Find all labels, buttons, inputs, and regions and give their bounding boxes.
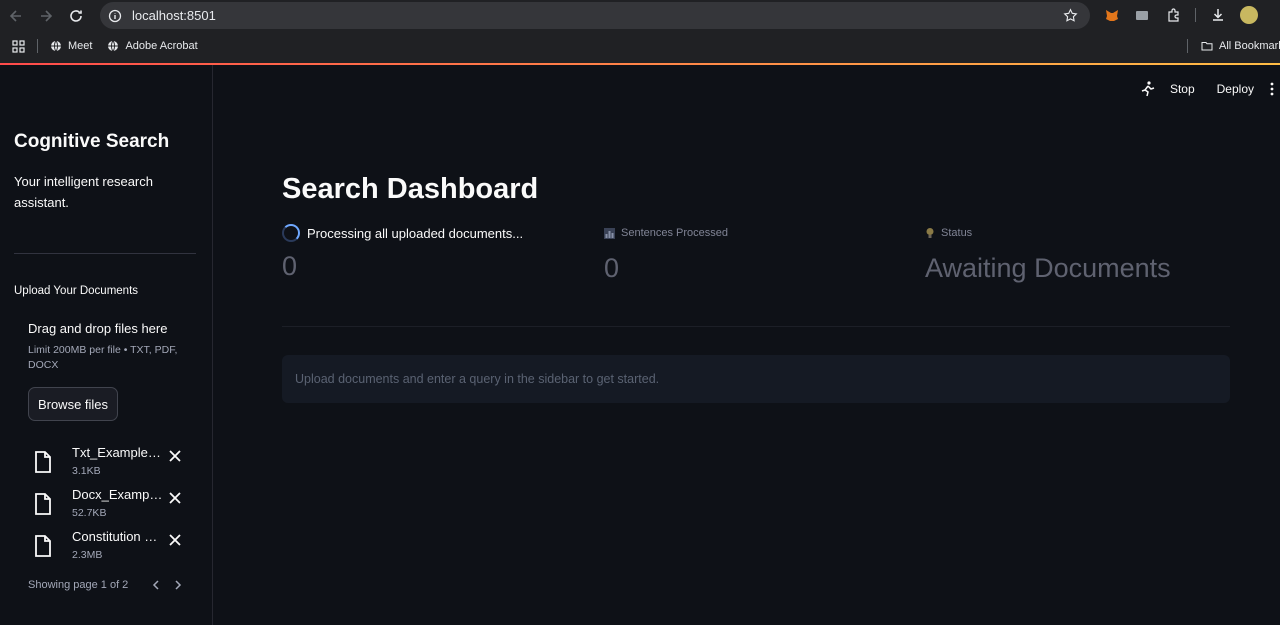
extension-folder-icon[interactable] <box>1134 7 1150 23</box>
file-name: Docx_Example.docx <box>72 487 164 502</box>
address-bar[interactable]: localhost:8501 <box>100 2 1090 29</box>
lightbulb-icon <box>926 228 934 238</box>
bookmark-label: Adobe Acrobat <box>125 40 198 52</box>
all-bookmarks-label: All Bookmarks <box>1219 40 1280 52</box>
upload-label: Upload Your Documents <box>14 285 139 297</box>
more-options-icon[interactable] <box>1270 82 1274 96</box>
browser-toolbar: localhost:8501 <box>0 0 1280 32</box>
file-size: 52.7KB <box>72 507 107 519</box>
forward-button[interactable] <box>31 1 61 31</box>
close-icon[interactable] <box>168 533 182 547</box>
file-name: Constitution of India.pdf <box>72 529 164 544</box>
metric-label: Sentences Processed <box>621 227 729 239</box>
sidebar-title: Cognitive Search <box>14 131 170 152</box>
toolbar-divider <box>1195 8 1196 22</box>
arrow-right-icon <box>41 10 53 22</box>
dropzone-text[interactable]: Drag and drop files here <box>28 321 167 336</box>
file-icon <box>35 535 51 557</box>
bookmark-meet[interactable]: Meet <box>50 40 92 52</box>
url-text: localhost:8501 <box>132 8 216 23</box>
file-pager: Showing page 1 of 2 <box>28 579 184 591</box>
pager-text: Showing page 1 of 2 <box>28 579 129 591</box>
uploaded-file-item: Constitution of India.pdf 2.3MB <box>28 529 198 569</box>
download-icon[interactable] <box>1210 7 1226 23</box>
bar-chart-icon <box>604 227 615 239</box>
arrow-left-icon <box>9 10 21 22</box>
deploy-button[interactable]: Deploy <box>1217 82 1254 96</box>
close-icon[interactable] <box>168 449 182 463</box>
site-info-icon[interactable] <box>108 9 122 23</box>
metric-label: Status <box>941 227 973 239</box>
bookmark-star-icon[interactable] <box>1063 8 1078 23</box>
file-size: 2.3MB <box>72 549 103 561</box>
apps-grid-icon[interactable] <box>12 39 25 53</box>
info-alert-text: Upload documents and enter a query in th… <box>295 372 660 386</box>
uploaded-file-item: Docx_Example.docx 52.7KB <box>28 487 198 527</box>
metric-value: 0 <box>604 253 620 283</box>
profile-avatar[interactable] <box>1240 6 1258 24</box>
bookmark-adobe-acrobat[interactable]: Adobe Acrobat <box>107 40 198 52</box>
file-icon <box>35 493 51 515</box>
bookmark-label: Meet <box>68 40 93 52</box>
close-icon[interactable] <box>168 491 182 505</box>
file-name: Txt_Example.txt <box>72 445 164 460</box>
info-alert: Upload documents and enter a query in th… <box>282 355 1230 403</box>
app-toolbar: Stop Deploy <box>1138 77 1280 101</box>
file-size: 3.1KB <box>72 465 101 477</box>
chevron-left-icon[interactable] <box>150 579 162 591</box>
bookmarks-bar: Meet Adobe Acrobat All Bookmarks <box>0 32 1280 60</box>
file-icon <box>35 451 51 473</box>
sidebar-divider <box>14 253 196 254</box>
metric-label: Processing all uploaded documents... <box>307 225 524 241</box>
metamask-extension-icon[interactable] <box>1104 7 1120 23</box>
sidebar: Cognitive Search Your intelligent resear… <box>0 65 213 625</box>
extensions-puzzle-icon[interactable] <box>1166 7 1182 23</box>
browser-chrome: localhost:8501 Meet Adobe Acrobat All Bo… <box>0 0 1280 65</box>
globe-icon <box>51 40 61 52</box>
sidebar-subtitle: Your intelligent research assistant. <box>14 174 153 210</box>
page-title: Search Dashboard <box>282 173 539 205</box>
metric-value: Awaiting Documents <box>925 253 1171 283</box>
main-content: Stop Deploy Search Dashboard Processing … <box>214 65 1280 625</box>
reload-icon <box>70 10 82 22</box>
metric-processing: Processing all uploaded documents... 0 <box>282 224 524 282</box>
running-man-icon <box>1141 81 1155 97</box>
metric-sentences: Sentences Processed 0 <box>604 225 728 284</box>
loading-spinner-icon <box>282 224 300 242</box>
section-divider <box>282 326 1230 327</box>
folder-icon <box>1201 42 1213 51</box>
metric-value: 0 <box>282 251 298 281</box>
metric-status: Status Awaiting Documents <box>925 225 1171 284</box>
chevron-right-icon[interactable] <box>172 579 184 591</box>
upload-limit-text: Limit 200MB per file • TXT, PDF, DOCX <box>28 344 178 371</box>
stop-button[interactable]: Stop <box>1170 82 1195 96</box>
reload-button[interactable] <box>61 1 91 31</box>
bookmarks-divider <box>37 39 38 53</box>
back-button[interactable] <box>1 1 31 31</box>
bookmarks-divider <box>1187 39 1188 53</box>
all-bookmarks[interactable]: All Bookmarks <box>1201 40 1280 52</box>
globe-icon <box>108 40 119 52</box>
browse-files-button[interactable]: Browse files <box>28 387 118 421</box>
uploaded-file-item: Txt_Example.txt 3.1KB <box>28 445 198 485</box>
